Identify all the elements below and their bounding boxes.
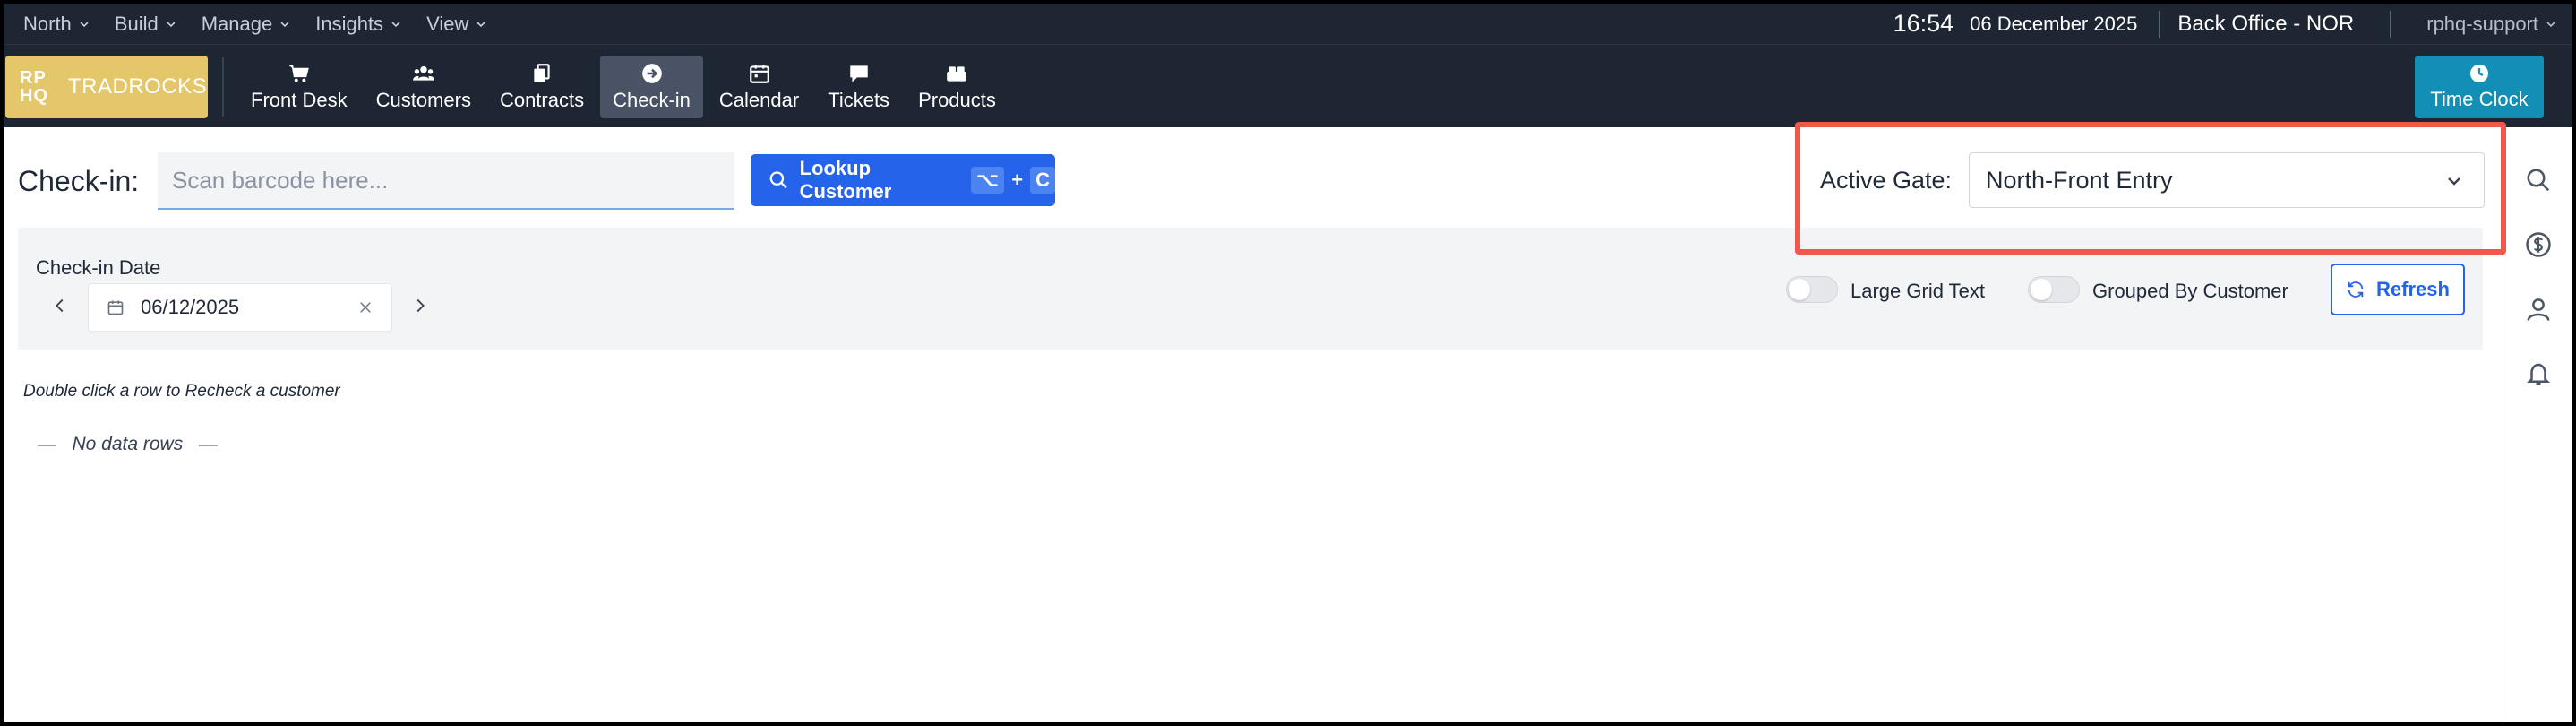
search-icon	[769, 171, 787, 189]
right-rail	[2503, 127, 2572, 722]
check-in-date-value: 06/12/2025	[141, 296, 240, 318]
large-grid-text-label: Large Grid Text	[1850, 280, 1986, 302]
nav-calendar[interactable]: Calendar	[707, 56, 811, 118]
shortcut-key-option: ⌥	[970, 167, 1005, 194]
nav-items: Front Desk Customers Contracts Check-in …	[238, 56, 1012, 118]
menu-north-label: North	[23, 12, 72, 35]
active-gate-value: North-Front Entry	[1986, 166, 2173, 194]
bell-icon[interactable]	[2525, 360, 2552, 387]
brand-name: TRADROCKS	[68, 74, 208, 99]
active-gate-label: Active Gate:	[1820, 167, 1953, 194]
shortcut-key-c: C	[1030, 167, 1055, 194]
nav-bar: RP HQ TRADROCKS Front Desk Customers Con…	[4, 45, 2572, 127]
current-time: 16:54	[1893, 10, 1954, 37]
menu-build-label: Build	[114, 12, 159, 35]
check-in-date-label: Check-in Date	[36, 256, 161, 279]
chevron-down-icon	[2546, 21, 2555, 27]
barcode-input[interactable]	[158, 152, 734, 210]
calendar-icon	[749, 65, 769, 83]
logo-mark: RP HQ	[20, 69, 56, 105]
office-selector[interactable]: Back Office - NOR	[2160, 12, 2390, 37]
brand-logo[interactable]: RP HQ TRADROCKS	[5, 56, 208, 118]
lookup-customer-button[interactable]: Lookup Customer ⌥ + C	[751, 154, 1055, 206]
nav-tickets[interactable]: Tickets	[815, 56, 902, 118]
menu-view[interactable]: View	[426, 13, 486, 36]
menu-manage-label: Manage	[201, 12, 273, 35]
nav-customers-label: Customers	[375, 89, 471, 111]
top-menu-bar: North Build Manage Insights View 16:54 0…	[4, 4, 2572, 45]
refresh-icon	[2348, 281, 2364, 298]
clock-icon	[2470, 65, 2488, 82]
topbar-status: 16:54 06 December 2025 Back Office - NOR…	[1893, 4, 2572, 44]
nav-tickets-label: Tickets	[828, 89, 890, 111]
chevron-down-icon	[280, 21, 289, 27]
nav-contracts-label: Contracts	[499, 89, 585, 111]
nav-front-desk[interactable]: Front Desk	[238, 56, 360, 118]
menu-insights[interactable]: Insights	[315, 13, 401, 36]
products-icon	[947, 66, 967, 82]
time-clock-button[interactable]: Time Clock	[2415, 56, 2544, 118]
search-icon[interactable]	[2525, 167, 2552, 194]
users-icon	[412, 65, 434, 81]
calendar-icon	[107, 300, 124, 315]
current-date: 06 December 2025	[1970, 12, 2138, 35]
grid-hint: Double click a row to Recheck a customer	[23, 382, 340, 401]
shortcut-plus: +	[1011, 169, 1024, 191]
user-menu[interactable]: rphq-support	[2391, 13, 2556, 36]
chevron-down-icon	[391, 21, 400, 27]
menu-insights-label: Insights	[315, 12, 384, 35]
logo-mark-line2: HQ	[20, 86, 48, 106]
cart-icon	[288, 65, 309, 82]
refresh-label: Refresh	[2376, 278, 2450, 300]
ticket-icon	[849, 65, 868, 82]
contracts-icon	[534, 64, 550, 82]
chevron-down-icon	[80, 21, 89, 27]
time-clock-label: Time Clock	[2430, 88, 2529, 110]
logo-mark-line1: RP	[20, 68, 47, 88]
nav-check-in-label: Check-in	[613, 89, 691, 111]
no-data-message: — No data rows —	[38, 434, 218, 454]
menu-north[interactable]: North	[23, 13, 90, 36]
app-window: North Build Manage Insights View 16:54 0…	[4, 4, 2572, 722]
nav-customers[interactable]: Customers	[364, 56, 484, 118]
nav-front-desk-label: Front Desk	[251, 89, 348, 111]
chevron-left-icon[interactable]	[50, 296, 70, 315]
grouped-by-customer-toggle[interactable]	[2028, 276, 2080, 303]
grouped-by-customer-label: Grouped By Customer	[2092, 280, 2288, 302]
user-icon[interactable]	[2525, 296, 2552, 323]
close-icon[interactable]	[357, 299, 374, 315]
nav-contracts[interactable]: Contracts	[487, 56, 597, 118]
menu-view-label: View	[426, 12, 469, 35]
active-gate-select[interactable]: North-Front Entry	[1969, 152, 2485, 208]
nav-divider	[222, 57, 224, 117]
lookup-customer-label: Lookup Customer	[799, 157, 892, 203]
nav-check-in[interactable]: Check-in	[600, 56, 703, 118]
chevron-right-icon[interactable]	[410, 296, 430, 315]
dollar-icon[interactable]	[2525, 231, 2552, 258]
chevron-down-icon	[2448, 177, 2460, 186]
checkin-icon	[641, 64, 662, 83]
chevron-down-icon	[477, 21, 485, 27]
nav-products-label: Products	[918, 89, 996, 111]
refresh-button[interactable]: Refresh	[2331, 264, 2465, 315]
nav-calendar-label: Calendar	[718, 89, 800, 111]
large-grid-text-toggle[interactable]	[1786, 276, 1838, 303]
user-name: rphq-support	[2426, 12, 2538, 35]
check-in-date-picker[interactable]: 06/12/2025	[88, 283, 392, 332]
check-in-heading: Check-in:	[18, 165, 140, 197]
menu-manage[interactable]: Manage	[202, 13, 291, 36]
main-menu: North Build Manage Insights View	[4, 4, 511, 44]
menu-build[interactable]: Build	[115, 13, 176, 36]
nav-products[interactable]: Products	[906, 56, 1009, 118]
chevron-down-icon	[167, 21, 176, 27]
